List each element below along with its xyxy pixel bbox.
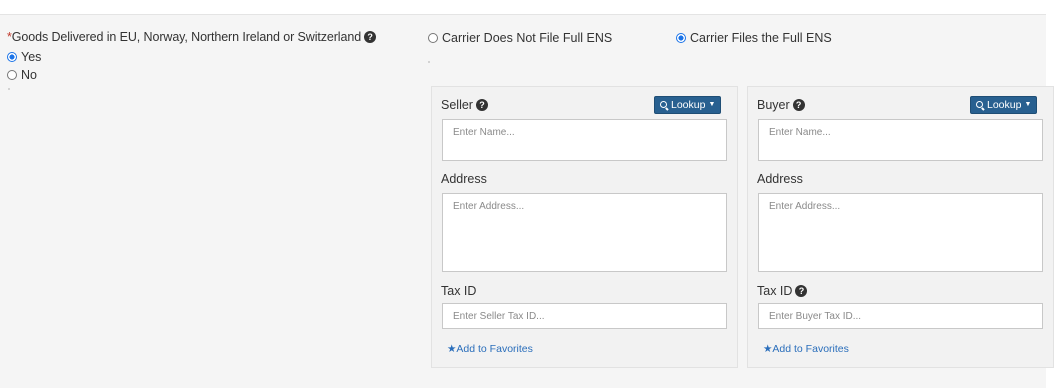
radio-no[interactable]: No <box>7 68 37 82</box>
buyer-tax-id-label: Tax ID? <box>757 284 808 298</box>
buyer-address-input[interactable]: Enter Address... <box>758 193 1043 272</box>
divider-dot <box>428 61 430 63</box>
question-circle-icon[interactable]: ? <box>795 285 808 297</box>
carrier-files-label: Carrier Files the Full ENS <box>690 31 832 45</box>
seller-name-input[interactable]: Enter Name... <box>442 119 727 161</box>
seller-panel: Seller? Lookup ▼ Enter Name... Address E… <box>431 86 738 368</box>
caret-down-icon: ▼ <box>708 101 716 108</box>
carrier-not-file-label: Carrier Does Not File Full ENS <box>442 31 613 45</box>
buyer-name-input[interactable]: Enter Name... <box>758 119 1043 161</box>
goods-delivered-label: Goods Delivered in EU, Norway, Northern … <box>11 30 362 44</box>
caret-down-icon: ▼ <box>1024 101 1032 108</box>
search-icon <box>660 101 668 109</box>
seller-address-label: Address <box>441 172 487 186</box>
radio-yes[interactable]: Yes <box>7 50 41 64</box>
radio-button-no[interactable] <box>7 70 17 80</box>
seller-title: Seller? <box>441 98 488 112</box>
question-circle-icon[interactable]: ? <box>792 99 805 111</box>
seller-lookup-button[interactable]: Lookup ▼ <box>654 96 722 114</box>
goods-delivered-question: *Goods Delivered in EU, Norway, Northern… <box>7 30 377 44</box>
radio-carrier-not-file[interactable]: Carrier Does Not File Full ENS <box>428 31 612 45</box>
radio-button-carrier-files[interactable] <box>676 33 686 43</box>
search-icon <box>976 101 984 109</box>
buyer-address-label: Address <box>757 172 803 186</box>
seller-address-input[interactable]: Enter Address... <box>442 193 727 272</box>
radio-yes-label: Yes <box>21 50 42 64</box>
question-circle-icon[interactable]: ? <box>364 31 377 43</box>
divider-dot <box>8 88 10 90</box>
buyer-lookup-button[interactable]: Lookup ▼ <box>970 96 1038 114</box>
radio-no-label: No <box>21 68 37 82</box>
seller-add-to-favorites-link[interactable]: ★Add to Favorites <box>447 343 533 355</box>
question-circle-icon[interactable]: ? <box>475 99 488 111</box>
buyer-panel: Buyer? Lookup ▼ Enter Name... Address En… <box>747 86 1054 368</box>
buyer-title: Buyer? <box>757 98 805 112</box>
seller-tax-id-label: Tax ID <box>441 284 477 298</box>
radio-button-yes[interactable] <box>7 52 17 62</box>
radio-button-carrier-not-file[interactable] <box>428 33 438 43</box>
buyer-add-to-favorites-link[interactable]: ★Add to Favorites <box>763 343 849 355</box>
seller-tax-id-input[interactable]: Enter Seller Tax ID... <box>442 303 727 329</box>
buyer-tax-id-input[interactable]: Enter Buyer Tax ID... <box>758 303 1043 329</box>
radio-carrier-files[interactable]: Carrier Files the Full ENS <box>676 31 832 45</box>
